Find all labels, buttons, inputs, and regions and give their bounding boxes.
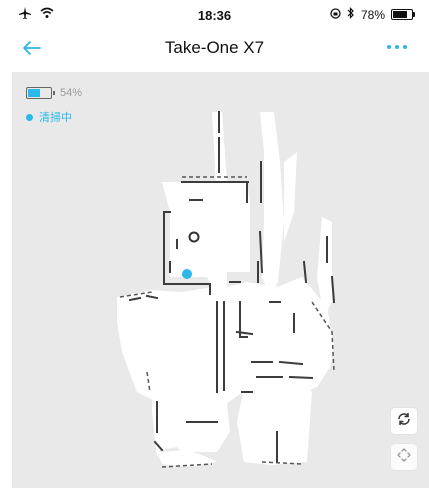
status-right: 78% (330, 7, 415, 22)
recenter-icon (396, 447, 412, 468)
charging-dock-marker (188, 231, 200, 243)
rotation-lock-icon (330, 7, 341, 22)
map-canvas (117, 111, 336, 468)
page-title: Take-One X7 (164, 38, 265, 57)
device-battery: 54% (26, 87, 82, 99)
device-battery-text: 54% (60, 87, 83, 99)
cleaning-status: 清掃中 (26, 109, 72, 125)
cleaned-floor (117, 112, 334, 467)
bluetooth-icon (347, 7, 355, 22)
status-bar: 18:36 78% (0, 0, 429, 28)
nav-bar: Take-One X7 (0, 28, 429, 68)
device-battery-icon (26, 87, 55, 99)
rotate-map-button[interactable] (391, 408, 417, 434)
battery-icon (391, 9, 415, 20)
more-options-icon[interactable] (383, 40, 411, 54)
cleaning-map[interactable]: 54% 清掃中 (12, 72, 429, 488)
rotate-icon (396, 411, 412, 432)
battery-percent: 78% (360, 7, 385, 22)
status-dot (26, 113, 33, 121)
cleaning-status-text: 清掃中 (39, 112, 72, 124)
robot-position-marker (182, 269, 192, 279)
recenter-map-button[interactable] (391, 444, 417, 470)
